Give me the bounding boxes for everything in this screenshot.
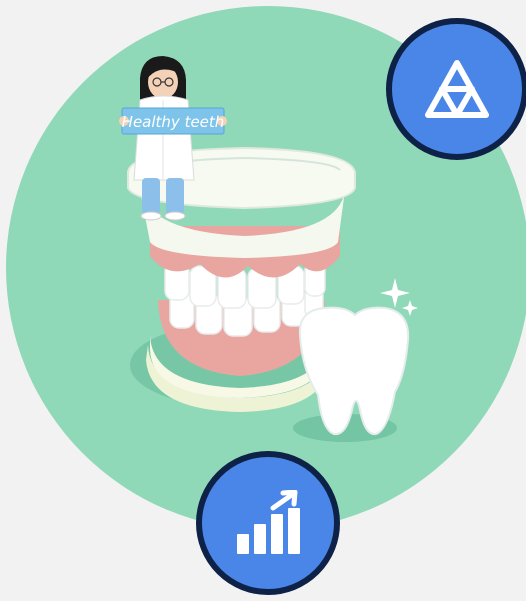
growth-chart-badge[interactable] — [196, 451, 340, 595]
growth-chart-icon — [237, 490, 300, 554]
sign-text: Healthy teeth — [122, 113, 225, 131]
triangle-badge[interactable] — [386, 18, 526, 160]
triangle-tri-force-icon — [425, 60, 489, 118]
